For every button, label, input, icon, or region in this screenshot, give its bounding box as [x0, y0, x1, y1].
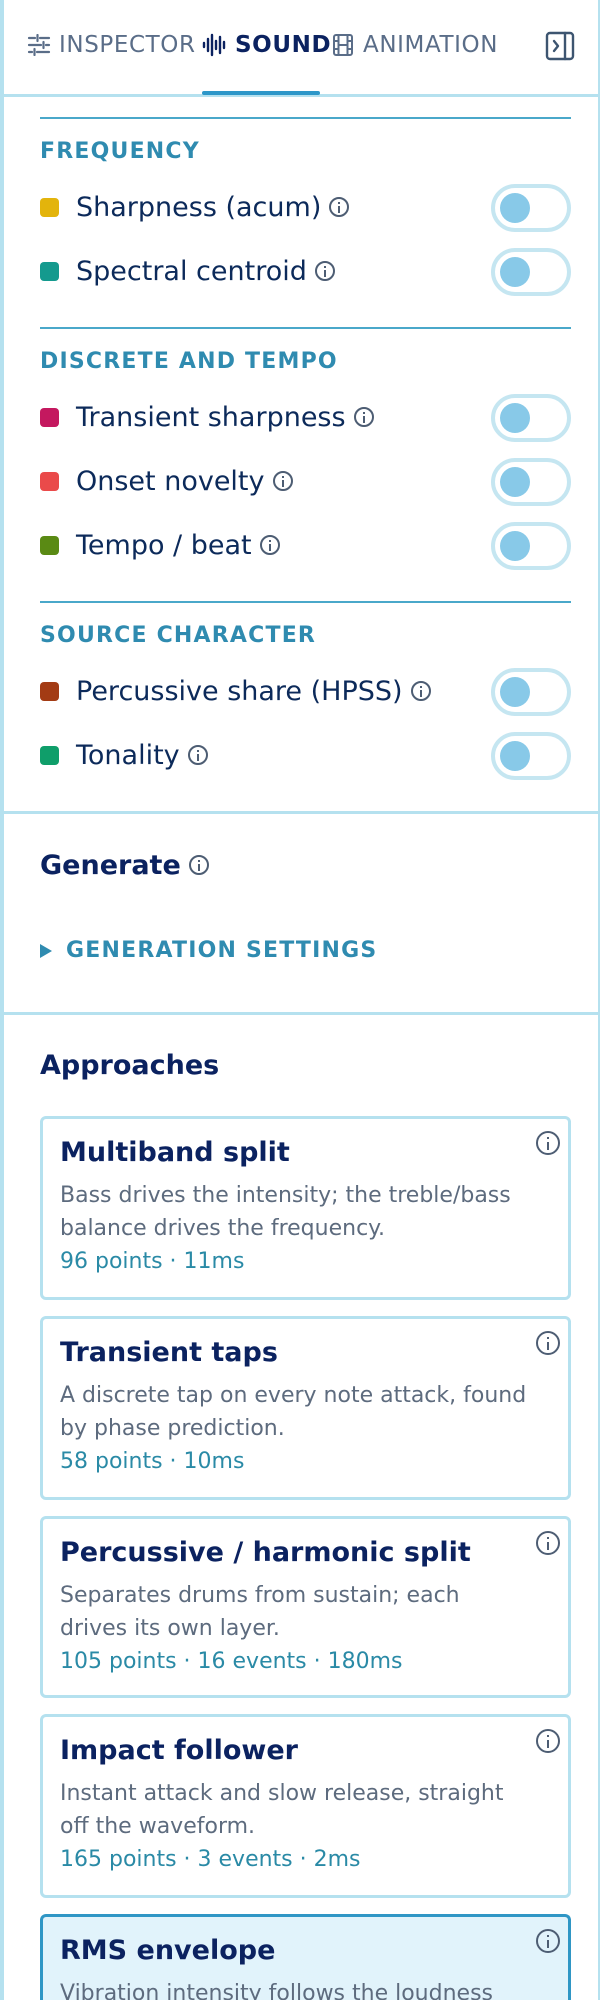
info-icon[interactable] — [314, 260, 335, 281]
feature-row-spectral-centroid: Spectral centroid — [40, 248, 571, 296]
generation-settings-toggle[interactable]: GENERATION SETTINGS — [40, 938, 377, 963]
info-icon[interactable] — [410, 680, 431, 701]
card-title: RMS envelope — [60, 1935, 276, 1966]
section-label-discrete-tempo: DISCRETE AND TEMPO — [40, 349, 338, 374]
approaches-heading: Approaches — [40, 1050, 220, 1081]
tab-inspector[interactable]: INSPECTOR — [26, 28, 196, 62]
section-label-source-character: SOURCE CHARACTER — [40, 623, 317, 648]
disclosure-triangle-icon — [40, 943, 52, 958]
feature-label: Onset novelty — [76, 466, 265, 497]
feature-row-tempo-beat: Tempo / beat — [40, 522, 571, 570]
info-icon[interactable] — [259, 534, 280, 555]
card-description: A discrete tap on every note attack, fou… — [60, 1383, 527, 1441]
toggle-knob — [500, 467, 530, 497]
tab-animation-label: ANIMATION — [363, 32, 499, 58]
feature-label: Tonality — [76, 740, 180, 771]
generation-settings-label: GENERATION SETTINGS — [66, 938, 378, 963]
section-divider — [40, 327, 571, 329]
collapse-panel-icon[interactable] — [544, 30, 576, 62]
feature-row-percussive-share: Percussive share (HPSS) — [40, 668, 571, 716]
tab-sound[interactable]: SOUND — [202, 28, 331, 62]
film-icon — [330, 32, 356, 58]
approach-card-transient-taps[interactable]: Transient taps A discrete tap on every n… — [40, 1316, 571, 1500]
card-meta: 105 points · 16 events · 180ms — [60, 1649, 403, 1674]
color-swatch — [40, 746, 59, 765]
feature-toggle[interactable] — [491, 522, 571, 570]
color-swatch — [40, 536, 59, 555]
feature-label: Percussive share (HPSS) — [76, 676, 403, 707]
tab-animation[interactable]: ANIMATION — [330, 28, 498, 62]
color-swatch — [40, 472, 59, 491]
toggle-knob — [500, 403, 530, 433]
feature-toggle[interactable] — [491, 668, 571, 716]
approach-card-percussive-harmonic-split[interactable]: Percussive / harmonic split Separates dr… — [40, 1516, 571, 1698]
info-icon[interactable] — [329, 196, 350, 217]
sound-panel: INSPECTOR SOUND ANIMATION FREQUENCY Shar… — [0, 0, 600, 2000]
toggle-knob — [500, 741, 530, 771]
feature-toggle[interactable] — [491, 732, 571, 780]
card-description: Bass drives the intensity; the treble/ba… — [60, 1183, 511, 1241]
card-meta: 165 points · 3 events · 2ms — [60, 1847, 361, 1872]
approach-card-impact-follower[interactable]: Impact follower Instant attack and slow … — [40, 1714, 571, 1898]
feature-label: Transient sharpness — [76, 402, 346, 433]
feature-row-transient-sharpness: Transient sharpness — [40, 394, 571, 442]
feature-label: Spectral centroid — [76, 256, 307, 287]
card-title: Percussive / harmonic split — [60, 1537, 471, 1568]
feature-label: Tempo / beat — [76, 530, 252, 561]
card-title: Impact follower — [60, 1735, 298, 1766]
feature-toggle[interactable] — [491, 394, 571, 442]
approach-card-rms-envelope[interactable]: RMS envelope Vibration intensity follows… — [40, 1914, 571, 2000]
card-description: Separates drums from sustain; each drive… — [60, 1583, 460, 1641]
info-icon[interactable] — [188, 854, 209, 875]
color-swatch — [40, 408, 59, 427]
info-icon[interactable] — [536, 1331, 560, 1355]
section-divider — [40, 117, 571, 119]
feature-toggle[interactable] — [491, 184, 571, 232]
tab-inspector-label: INSPECTOR — [59, 32, 196, 58]
toggle-knob — [500, 257, 530, 287]
card-meta: 96 points · 11ms — [60, 1249, 245, 1274]
info-icon[interactable] — [353, 406, 374, 427]
approach-card-multiband-split[interactable]: Multiband split Bass drives the intensit… — [40, 1116, 571, 1300]
card-title: Multiband split — [60, 1137, 290, 1168]
feature-row-sharpness: Sharpness (acum) — [40, 184, 571, 232]
tab-bar: INSPECTOR SOUND ANIMATION — [4, 0, 598, 97]
feature-label: Sharpness (acum) — [76, 192, 322, 223]
card-description: Instant attack and slow release, straigh… — [60, 1781, 504, 1839]
card-meta: 58 points · 10ms — [60, 1449, 245, 1474]
info-icon[interactable] — [272, 470, 293, 491]
info-icon[interactable] — [536, 1729, 560, 1753]
toggle-knob — [500, 193, 530, 223]
card-description: Vibration intensity follows the loudness — [60, 1981, 493, 2000]
toggle-knob — [500, 531, 530, 561]
feature-toggle[interactable] — [491, 248, 571, 296]
info-icon[interactable] — [536, 1131, 560, 1155]
sliders-icon — [26, 32, 52, 58]
info-icon[interactable] — [536, 1929, 560, 1953]
color-swatch — [40, 198, 59, 217]
tab-sound-label: SOUND — [235, 32, 332, 58]
feature-row-onset-novelty: Onset novelty — [40, 458, 571, 506]
active-tab-indicator — [202, 91, 320, 95]
feature-row-tonality: Tonality — [40, 732, 571, 780]
section-label-frequency: FREQUENCY — [40, 139, 200, 164]
waveform-icon — [202, 32, 228, 58]
info-icon[interactable] — [187, 744, 208, 765]
panel-divider — [4, 1012, 598, 1015]
section-divider — [40, 601, 571, 603]
generate-title: Generate — [40, 850, 181, 881]
card-title: Transient taps — [60, 1337, 278, 1368]
color-swatch — [40, 682, 59, 701]
toggle-knob — [500, 677, 530, 707]
panel-divider — [4, 811, 598, 814]
generate-heading: Generate — [40, 850, 209, 881]
feature-toggle[interactable] — [491, 458, 571, 506]
info-icon[interactable] — [536, 1531, 560, 1555]
color-swatch — [40, 262, 59, 281]
